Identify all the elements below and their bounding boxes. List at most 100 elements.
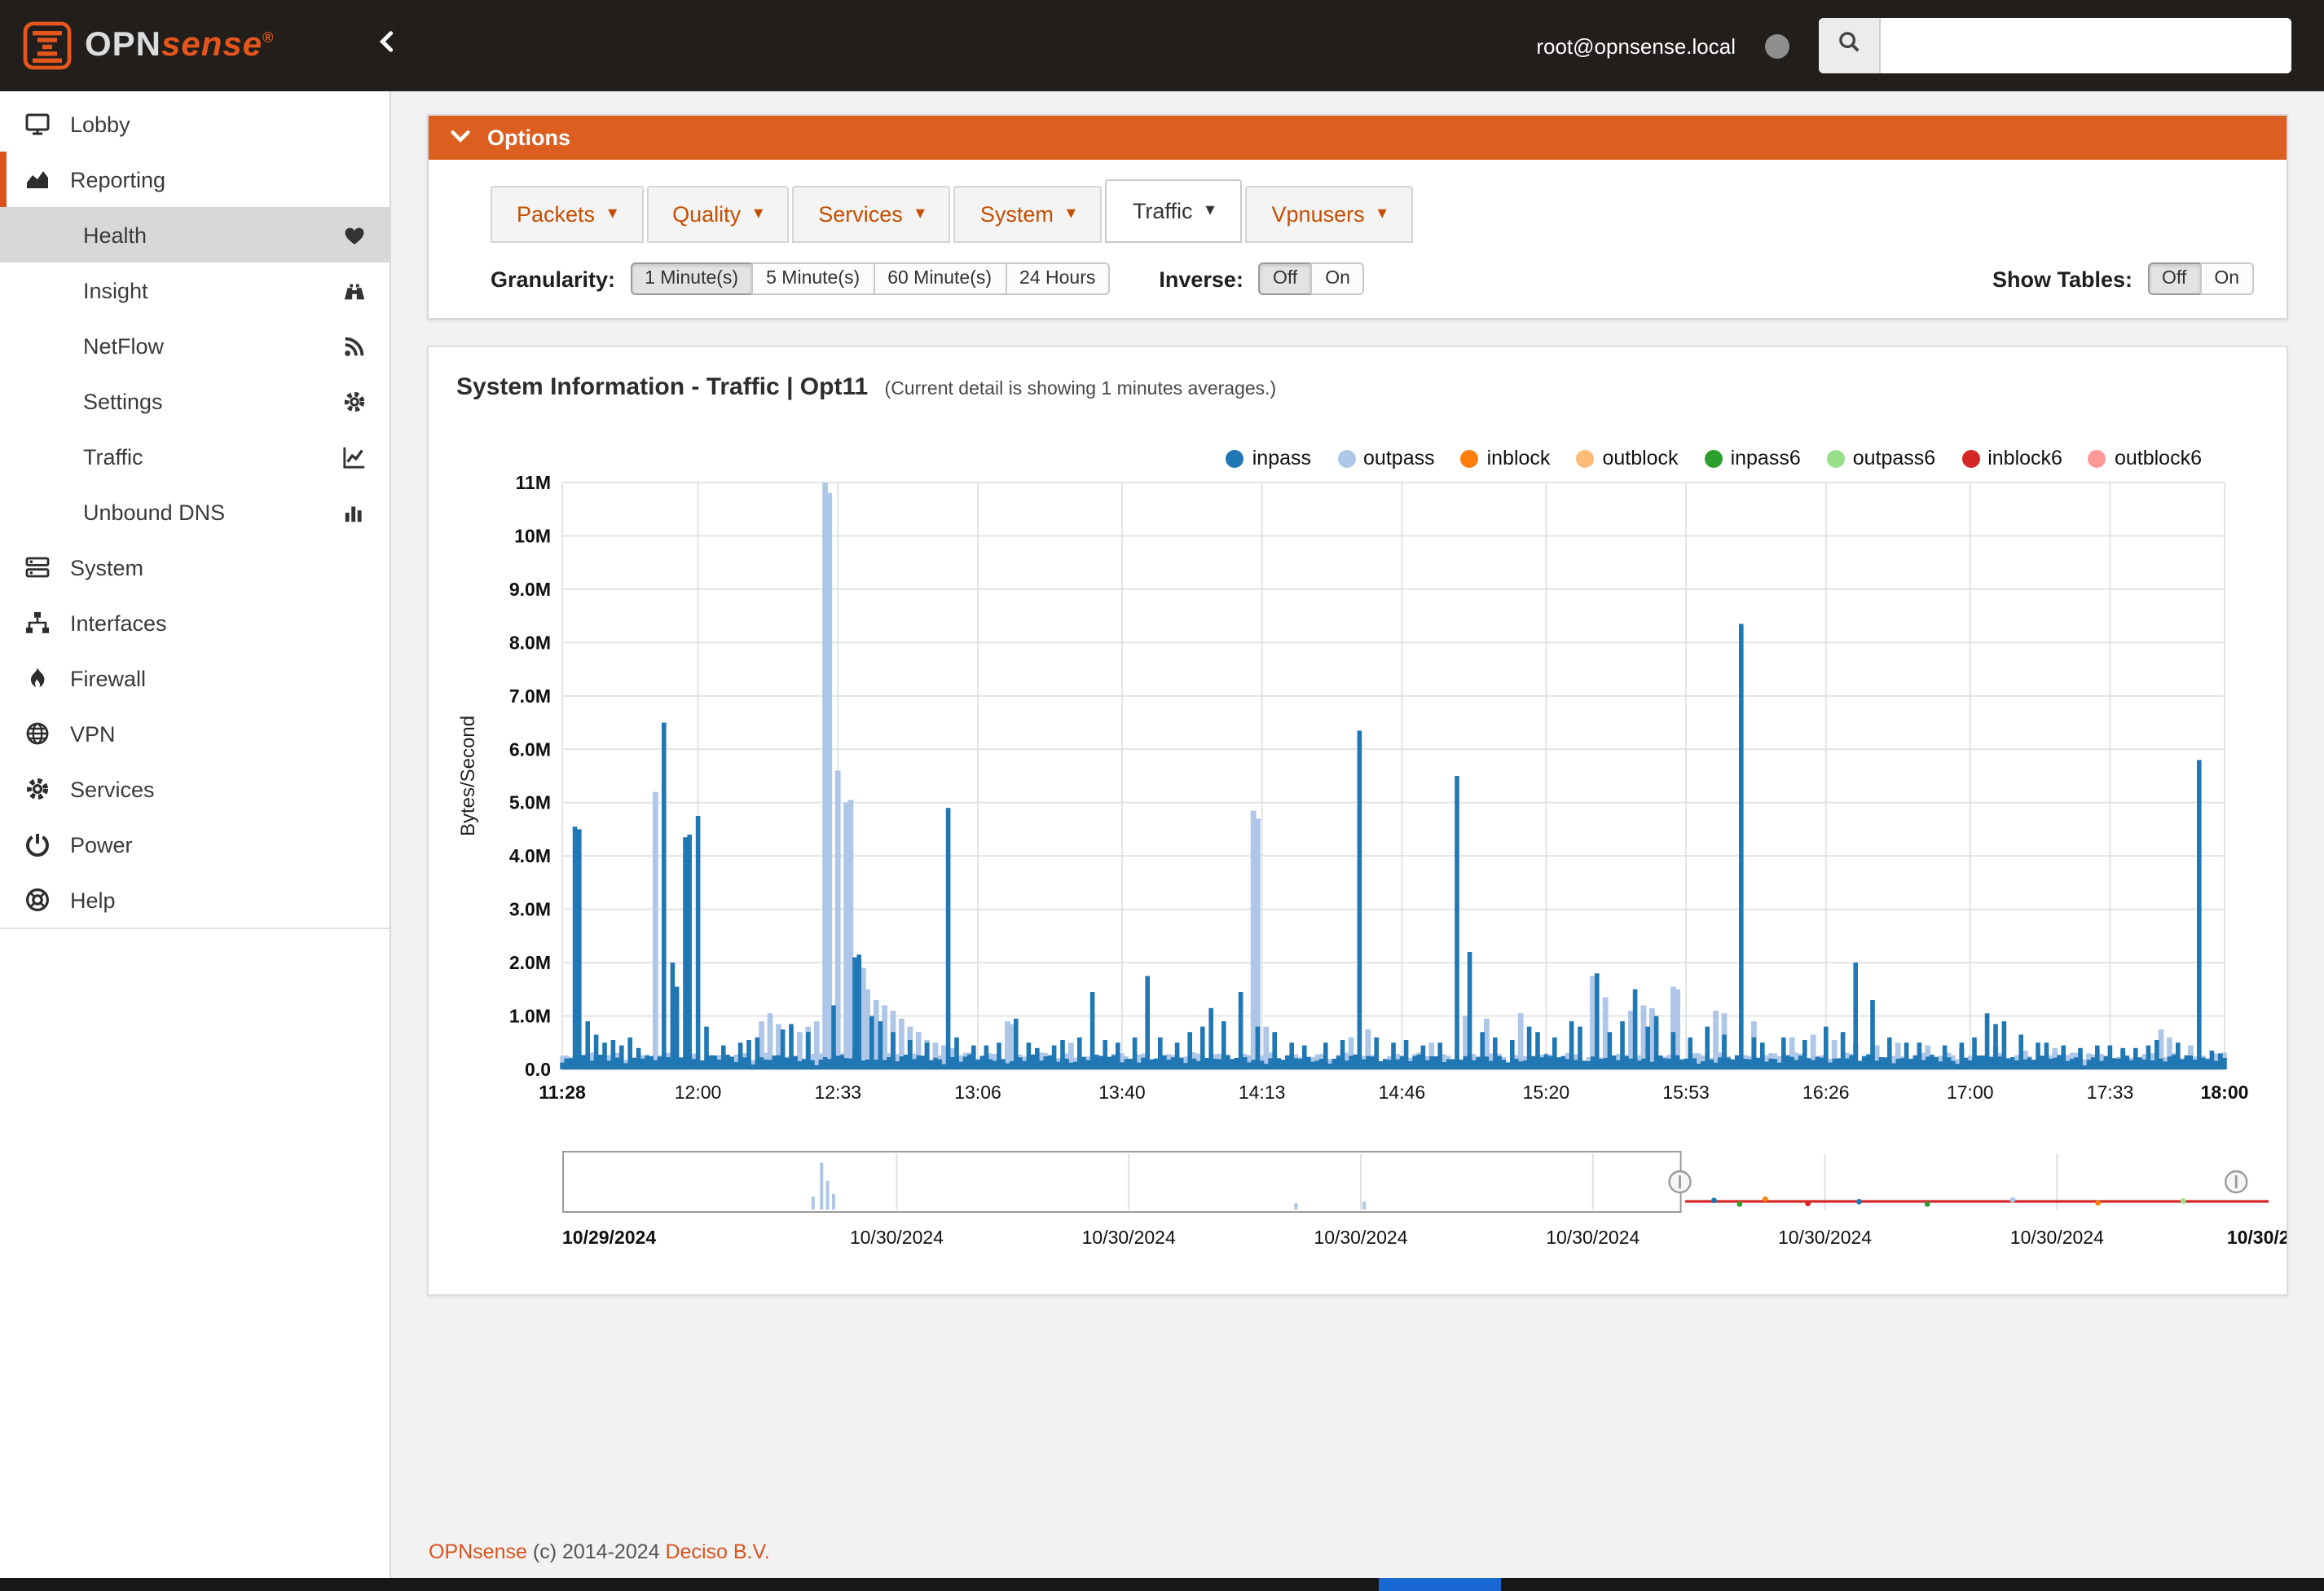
chart-navigator[interactable] <box>562 1151 2269 1213</box>
rss-icon <box>342 333 367 358</box>
tab-vpnusers[interactable]: Vpnusers ▾ <box>1245 186 1413 243</box>
navigator-date-axis: 10/29/2024 10/30/2024 10/30/2024 10/30/2024… <box>562 1229 2287 1255</box>
legend-item-inpass6[interactable]: inpass6 <box>1704 447 1801 469</box>
tab-system[interactable]: System ▾ <box>953 186 1102 243</box>
sidebar-item-settings[interactable]: Settings <box>0 373 390 429</box>
search-button[interactable] <box>1819 18 1881 73</box>
legend-dot-icon <box>1337 449 1356 467</box>
inverse-on-button[interactable]: On <box>1310 262 1365 295</box>
navigator-handle-right[interactable] <box>2225 1170 2248 1194</box>
gear-icon <box>342 389 367 413</box>
sidebar-item-label: VPN <box>70 721 116 746</box>
legend-item-inblock[interactable]: inblock <box>1460 447 1551 469</box>
legend-dot-icon <box>1826 449 1845 467</box>
caret-down-icon: ▾ <box>754 204 764 223</box>
bottom-bar <box>0 1578 2324 1591</box>
legend-label: inblock <box>1486 447 1551 469</box>
chevron-left-icon <box>375 29 399 62</box>
sidebar-item-label: Power <box>70 832 133 857</box>
traffic-chart: 0.0 1.0M 2.0M 3.0M 4.0M 5.0M 6.0M 7.0M 8.0M 9.0M 1… <box>457 473 2248 1103</box>
report-tabs: Packets ▾ Quality ▾ Services ▾ System ▾ Traffic ▾… <box>491 179 2254 243</box>
sidebar-item-services[interactable]: Services <box>0 761 390 817</box>
chart-gridlines <box>561 482 2225 1070</box>
sidebar-item-traffic[interactable]: Traffic <box>0 429 390 484</box>
caret-down-icon: ▾ <box>1205 201 1215 220</box>
options-panel: Options Packets ▾ Quality ▾ Services ▾ System ▾… <box>427 114 2288 320</box>
sitemap-icon <box>23 610 52 636</box>
sidebar-item-label: Help <box>70 888 116 912</box>
show-tables-off-button[interactable]: Off <box>2147 262 2202 295</box>
svg-text:14:46: 14:46 <box>1379 1082 1426 1103</box>
legend-dot-icon <box>1704 449 1723 467</box>
search-input[interactable] <box>1881 18 2291 73</box>
sidebar-item-help[interactable]: Help <box>0 872 390 928</box>
navigator-handle-left[interactable] <box>1668 1170 1692 1194</box>
sidebar-item-system[interactable]: System <box>0 540 390 595</box>
flame-icon <box>23 665 52 691</box>
search-icon <box>1837 29 1861 62</box>
heartbeat-icon <box>342 223 367 247</box>
sidebar-collapse-button[interactable] <box>375 29 399 62</box>
tab-services[interactable]: Services ▾ <box>792 186 951 243</box>
sidebar-item-label: Interfaces <box>70 610 167 635</box>
inverse-off-button[interactable]: Off <box>1257 262 1313 295</box>
status-indicator-icon <box>1765 33 1789 58</box>
sidebar-item-lobby[interactable]: Lobby <box>0 96 390 152</box>
options-panel-header[interactable]: Options <box>429 116 2287 160</box>
legend-item-inpass[interactable]: inpass <box>1226 447 1311 469</box>
sidebar-item-label: Settings <box>83 389 163 413</box>
legend-item-outblock6[interactable]: outblock6 <box>2088 447 2202 469</box>
series-inpass <box>572 624 2223 1069</box>
tab-quality[interactable]: Quality ▾ <box>646 186 790 243</box>
svg-text:10M: 10M <box>514 525 551 546</box>
legend-item-outpass[interactable]: outpass <box>1337 447 1435 469</box>
svg-text:12:00: 12:00 <box>675 1082 722 1103</box>
show-tables-on-button[interactable]: On <box>2199 262 2254 295</box>
sidebar-item-vpn[interactable]: VPN <box>0 706 390 761</box>
legend-item-outpass6[interactable]: outpass6 <box>1826 447 1935 469</box>
svg-text:16:26: 16:26 <box>1802 1082 1850 1103</box>
navigator-date-label: 10/30/2024 <box>1314 1229 1408 1249</box>
opnsense-logo[interactable]: OPNsense® <box>0 21 368 70</box>
svg-text:6.0M: 6.0M <box>509 738 551 760</box>
opnsense-logo-icon <box>23 21 72 70</box>
deciso-link[interactable]: Deciso B.V. <box>666 1540 770 1563</box>
legend-item-inblock6[interactable]: inblock6 <box>1961 447 2062 469</box>
bottom-bar-accent <box>1379 1578 1501 1591</box>
sidebar-item-reporting[interactable]: Reporting <box>0 152 390 207</box>
sidebar-item-netflow[interactable]: NetFlow <box>0 318 390 373</box>
sidebar-item-insight[interactable]: Insight <box>0 262 390 318</box>
legend-label: outpass <box>1363 447 1435 469</box>
brand-text: OPNsense® <box>85 26 275 64</box>
sidebar-item-label: Reporting <box>70 167 166 192</box>
server-icon <box>23 554 52 580</box>
chevron-down-icon <box>448 123 473 152</box>
opnsense-link[interactable]: OPNsense <box>429 1540 527 1563</box>
sidebar-menu: Lobby Reporting Health Insight NetFlow Settin… <box>0 91 390 929</box>
area-chart-icon <box>23 166 52 192</box>
sidebar-item-firewall[interactable]: Firewall <box>0 650 390 706</box>
chart-navigator-wrap <box>562 1151 2269 1221</box>
svg-text:15:53: 15:53 <box>1662 1082 1710 1103</box>
granularity-60-minute-s-button[interactable]: 60 Minute(s) <box>873 262 1007 295</box>
sidebar-item-label: Health <box>83 223 147 247</box>
gears-icon <box>23 776 52 802</box>
tab-label: Vpnusers <box>1271 202 1365 227</box>
svg-text:14:13: 14:13 <box>1239 1082 1286 1103</box>
granularity-5-minute-s-button[interactable]: 5 Minute(s) <box>751 262 875 295</box>
navigator-date-label: 10/30/202 <box>2226 1229 2287 1249</box>
tab-packets[interactable]: Packets ▾ <box>491 186 644 243</box>
sidebar-item-label: Lobby <box>70 112 130 136</box>
sidebar-item-power[interactable]: Power <box>0 817 390 872</box>
sidebar-item-health[interactable]: Health <box>0 207 390 262</box>
svg-text:3.0M: 3.0M <box>509 899 551 920</box>
granularity-24-hours-button[interactable]: 24 Hours <box>1005 262 1111 295</box>
granularity-1-minute-s-button[interactable]: 1 Minute(s) <box>630 262 754 295</box>
svg-text:13:06: 13:06 <box>954 1082 1001 1103</box>
legend-item-outblock[interactable]: outblock <box>1576 447 1679 469</box>
top-bar: OPNsense® root@opnsense.local <box>0 0 2324 91</box>
sidebar-item-interfaces[interactable]: Interfaces <box>0 595 390 650</box>
tab-traffic[interactable]: Traffic ▾ <box>1104 179 1243 243</box>
sidebar-item-unbound-dns[interactable]: Unbound DNS <box>0 484 390 540</box>
legend-dot-icon <box>1576 449 1595 467</box>
